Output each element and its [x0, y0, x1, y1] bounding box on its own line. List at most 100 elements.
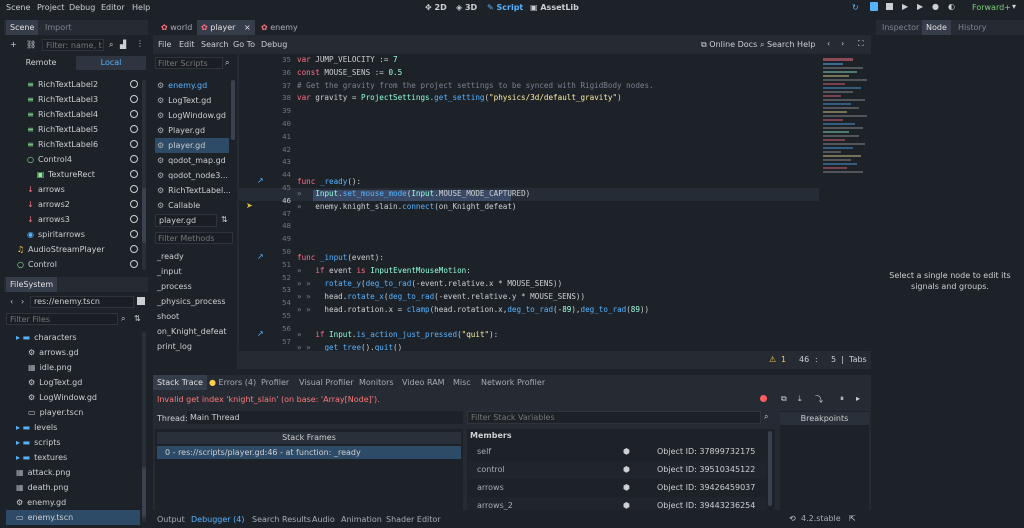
play-custom-icon[interactable]: ▶: [917, 2, 923, 11]
collapse-panel-icon[interactable]: ⇱: [849, 514, 856, 523]
member-row[interactable]: arrows ⬢ Object ID: 39426459037: [467, 479, 767, 497]
visibility-eye-icon[interactable]: [130, 245, 138, 253]
script-list-item[interactable]: ⚙ qodot_map.gd: [155, 153, 229, 168]
file-item[interactable]: ▸ ▬ characters: [6, 330, 140, 345]
menu-project[interactable]: Project: [37, 3, 64, 12]
bottom-tab[interactable]: Audio: [312, 512, 335, 527]
filter-stack-vars-input[interactable]: [467, 411, 761, 424]
debugger-tab[interactable]: Misc: [449, 375, 475, 390]
tab-enemy[interactable]: ✿ enemy: [257, 20, 302, 35]
bottom-tab[interactable]: Debugger (4): [191, 512, 244, 527]
members-scrollbar[interactable]: [768, 431, 772, 506]
file-item[interactable]: ▸ ▬ levels: [6, 420, 140, 435]
scene-scrollbar-thumb[interactable]: [142, 188, 146, 243]
bottom-tab[interactable]: Shader Editor: [386, 512, 441, 527]
scene-node[interactable]: ↓ arrows: [26, 182, 140, 197]
visibility-eye-icon[interactable]: [130, 170, 138, 178]
tab-inspector[interactable]: Inspector: [878, 20, 923, 35]
visibility-eye-icon[interactable]: [130, 140, 138, 148]
script-list-item[interactable]: ⚙ enemy.gd: [155, 78, 229, 93]
visibility-eye-icon[interactable]: [130, 230, 138, 238]
method-item[interactable]: print_log: [157, 339, 192, 354]
bottom-tab[interactable]: Output: [157, 512, 185, 527]
script-list-item[interactable]: ⚙ Player.gd: [155, 123, 229, 138]
visibility-eye-icon[interactable]: [130, 260, 138, 268]
visibility-eye-icon[interactable]: [130, 155, 138, 163]
scene-filter-options-icon[interactable]: ▟: [120, 40, 126, 49]
visibility-eye-icon[interactable]: [130, 125, 138, 133]
scene-node[interactable]: ≡ RichTextLabel5: [26, 122, 140, 137]
scene-node[interactable]: ▣ TextureRect: [36, 167, 140, 182]
method-item[interactable]: _physics_process: [157, 294, 226, 309]
copy-icon[interactable]: ⧉: [781, 394, 787, 404]
tab-player[interactable]: ✿ player ×: [197, 20, 255, 35]
debugger-tab[interactable]: Profiler: [257, 375, 293, 390]
mode-assetlib-button[interactable]: ▣ AssetLib: [530, 3, 579, 12]
script-list-item[interactable]: ⚙ player.gd: [155, 138, 229, 153]
scene-node[interactable]: ○ Control: [16, 257, 140, 272]
debugger-tab[interactable]: Stack Trace: [153, 375, 207, 390]
add-node-icon[interactable]: +: [10, 40, 17, 49]
fullscreen-icon[interactable]: ⛶: [858, 39, 864, 49]
scene-node[interactable]: ◉ spiritarrows: [26, 227, 140, 242]
link-icon[interactable]: ⛓: [26, 40, 36, 49]
script-list-item[interactable]: ⚙ LogText.gd: [155, 93, 229, 108]
file-item[interactable]: ⚙ arrows.gd: [6, 345, 140, 360]
pause-icon[interactable]: [870, 2, 878, 11]
next-script-icon[interactable]: ›: [841, 39, 844, 48]
scene-filter-input[interactable]: [42, 39, 104, 51]
file-item[interactable]: ▦ death.png: [6, 480, 140, 495]
file-item[interactable]: ▦ idle.png: [6, 360, 140, 375]
remote-debug-icon[interactable]: ◐: [948, 2, 955, 11]
continue-icon[interactable]: ▸: [856, 394, 860, 403]
back-arrow-icon[interactable]: ‹: [10, 297, 13, 306]
local-button[interactable]: Local: [76, 56, 146, 70]
path-field[interactable]: res://enemy.tscn: [30, 296, 134, 308]
indent-mode[interactable]: Tabs: [849, 355, 867, 364]
mode-2d-button[interactable]: ✥ 2D: [425, 3, 447, 12]
script-list-item[interactable]: ⚙ RichTextLabel...: [155, 183, 231, 198]
stop-icon[interactable]: [886, 3, 893, 10]
menu-edit[interactable]: Edit: [179, 40, 195, 49]
minimap[interactable]: [823, 56, 871, 256]
member-row[interactable]: arrows_2 ⬢ Object ID: 39443236254: [467, 497, 767, 510]
override-icon[interactable]: ↗: [257, 329, 264, 338]
debugger-tab[interactable]: Monitors: [355, 375, 398, 390]
mode-script-button[interactable]: ✎ Script: [487, 3, 523, 12]
visibility-eye-icon[interactable]: [130, 110, 138, 118]
method-item[interactable]: on_Knight_defeat: [157, 324, 227, 339]
method-item[interactable]: _ready: [157, 249, 184, 264]
menu-file[interactable]: File: [158, 40, 171, 49]
debugger-tab[interactable]: Visual Profiler: [295, 375, 358, 390]
menu-debug[interactable]: Debug: [261, 40, 287, 49]
file-item[interactable]: ⚙ LogText.gd: [6, 375, 140, 390]
warning-icon[interactable]: ⚠: [769, 355, 776, 364]
scene-node[interactable]: ♫ AudioStreamPlayer: [16, 242, 140, 257]
sort-icon[interactable]: ⇅: [221, 215, 228, 224]
menu-goto[interactable]: Go To: [233, 40, 255, 49]
sort-icon[interactable]: ⇅: [134, 314, 141, 323]
scene-node[interactable]: ≡ RichTextLabel6: [26, 137, 140, 152]
scene-node[interactable]: ↓ arrows2: [26, 197, 140, 212]
break-icon[interactable]: ⏸: [840, 394, 844, 404]
visibility-eye-icon[interactable]: [130, 185, 138, 193]
file-item[interactable]: ▭ enemy.tscn: [6, 510, 140, 525]
file-item[interactable]: ⚙ enemy.gd: [6, 495, 140, 510]
file-item[interactable]: ▸ ▬ textures: [6, 450, 140, 465]
member-row[interactable]: control ⬢ Object ID: 39510345122: [467, 461, 767, 479]
history-icon[interactable]: ⟲: [789, 514, 796, 523]
scene-node[interactable]: ↓ arrows3: [26, 212, 140, 227]
override-icon[interactable]: ↗: [257, 252, 264, 261]
close-icon[interactable]: ×: [244, 23, 251, 32]
online-docs-button[interactable]: ⧉ Online Docs: [701, 40, 757, 50]
method-item[interactable]: _process: [157, 279, 192, 294]
stack-frame-row[interactable]: 0 - res://scripts/player.gd:46 - at func…: [157, 446, 461, 459]
tab-filesystem[interactable]: FileSystem: [6, 277, 58, 292]
file-item[interactable]: ▭ player.tscn: [6, 405, 140, 420]
thread-select[interactable]: Main Thread: [187, 411, 463, 424]
bottom-tab[interactable]: Animation: [341, 512, 382, 527]
scene-node[interactable]: ○ Control4: [26, 152, 140, 167]
movie-icon[interactable]: ●: [932, 2, 939, 11]
tab-node[interactable]: Node: [922, 20, 951, 35]
tab-scene[interactable]: Scene: [6, 20, 39, 35]
